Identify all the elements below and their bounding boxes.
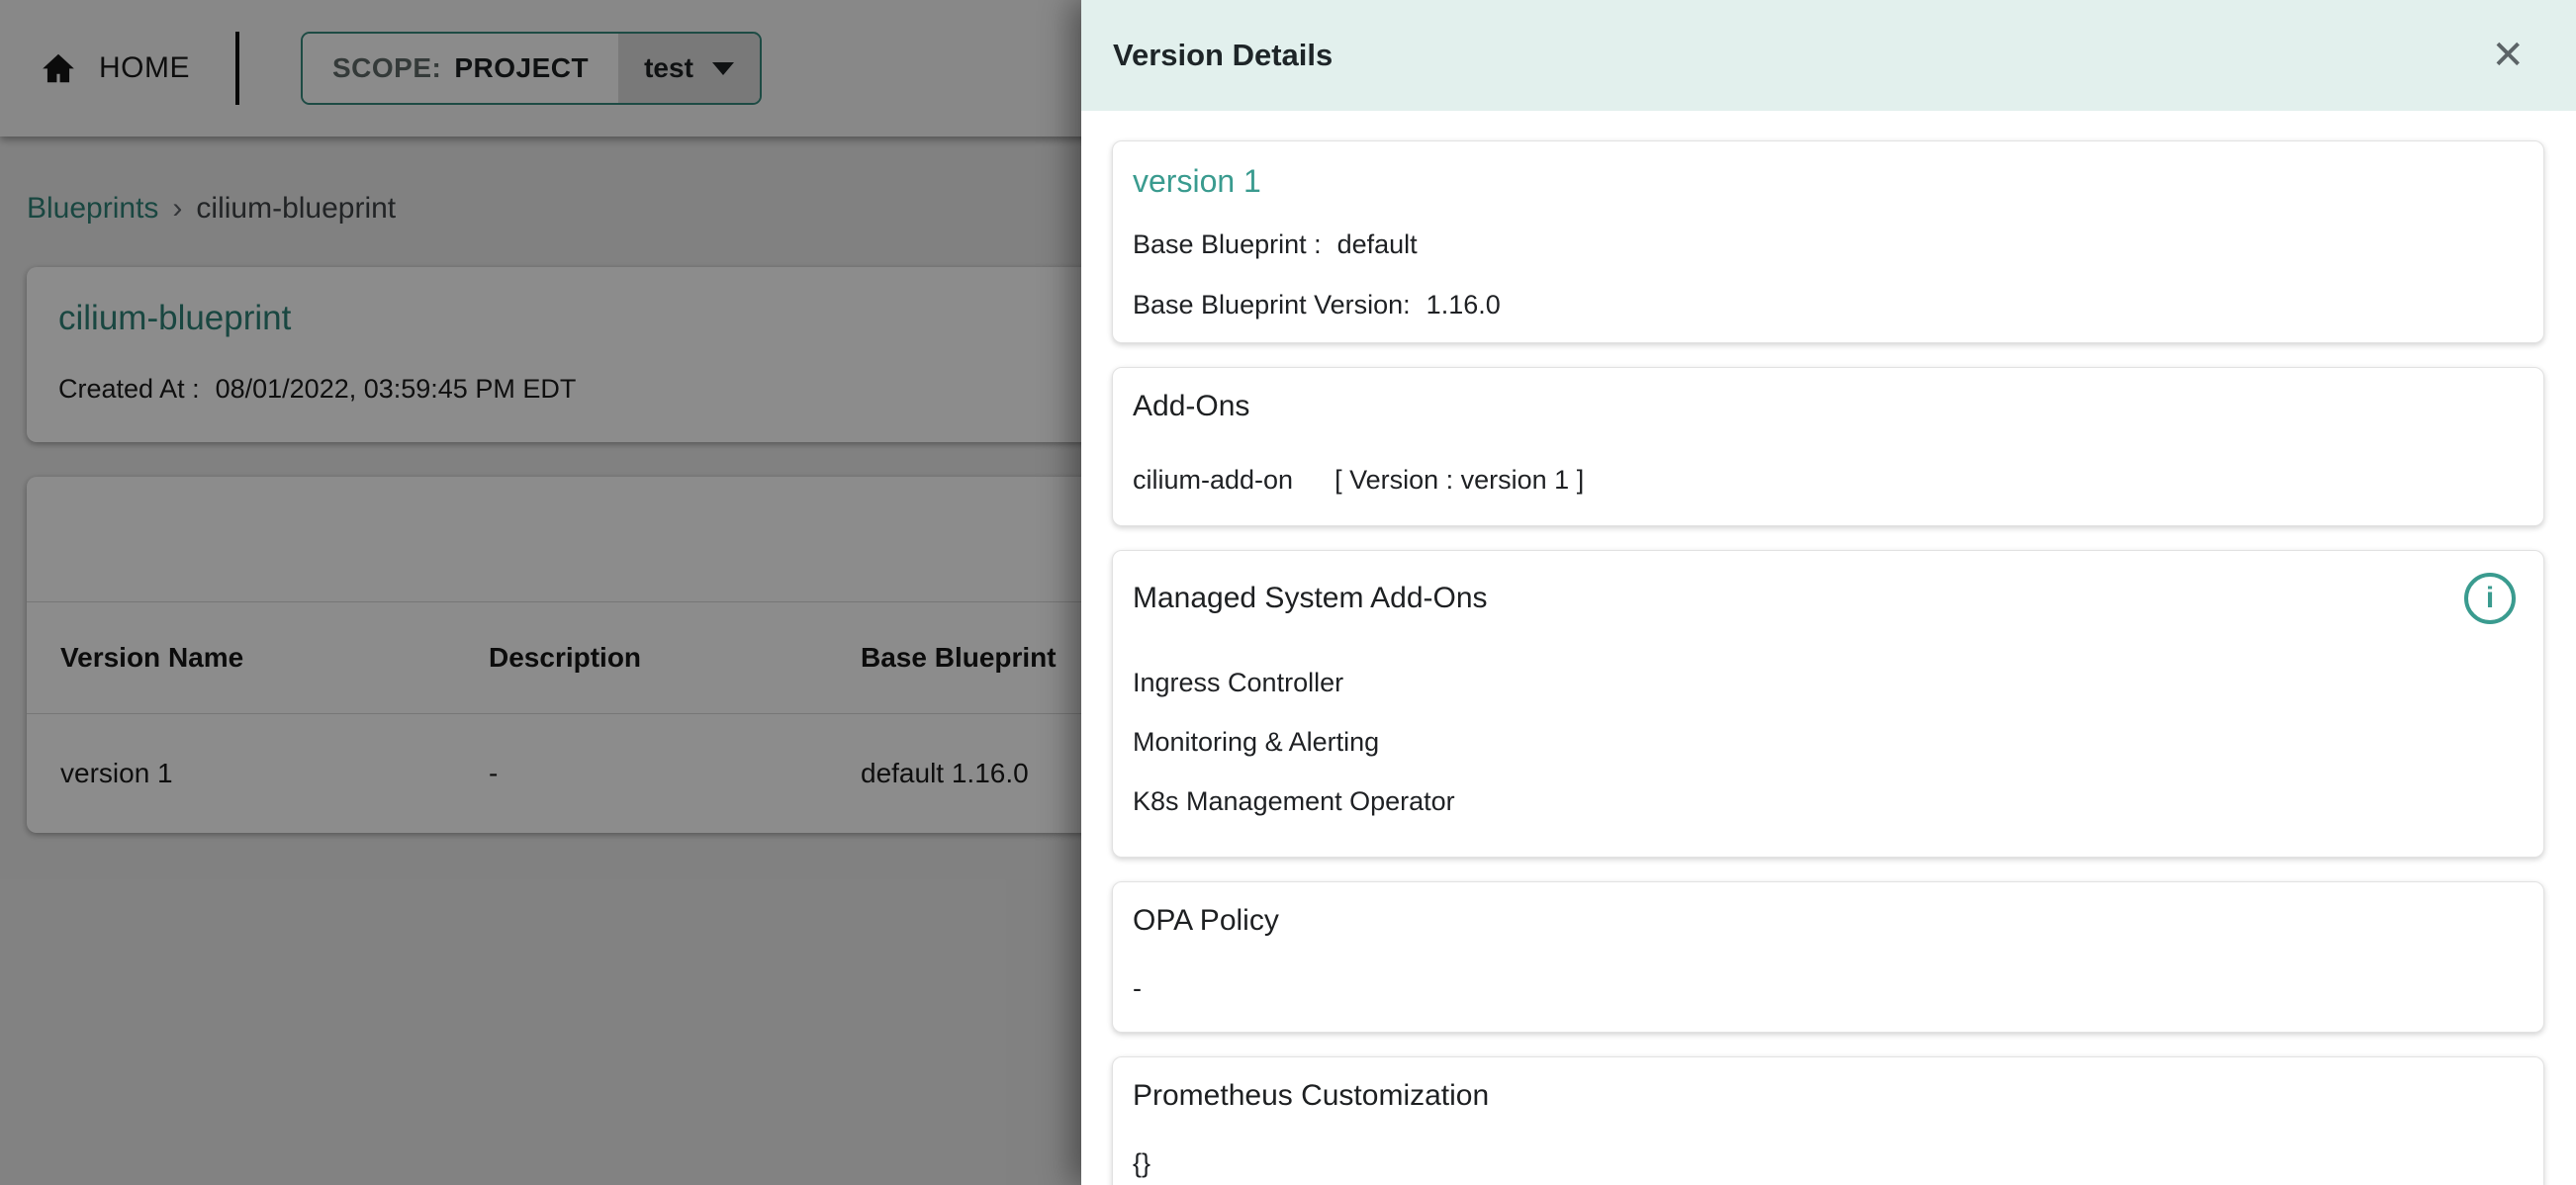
managed-addon-item: K8s Management Operator bbox=[1133, 786, 2524, 817]
managed-addon-item: Ingress Controller bbox=[1133, 668, 2524, 698]
base-blueprint-version-line: Base Blueprint Version: 1.16.0 bbox=[1133, 290, 2524, 320]
opa-policy-card: OPA Policy - bbox=[1112, 881, 2544, 1033]
drawer-title: Version Details bbox=[1113, 38, 1333, 73]
addon-item: cilium-add-on [ Version : version 1 ] bbox=[1133, 465, 2524, 496]
addons-card: Add-Ons cilium-add-on [ Version : versio… bbox=[1112, 367, 2544, 526]
info-icon[interactable]: i bbox=[2464, 573, 2516, 624]
app-root: HOME SCOPE: PROJECT test Blueprints › ci… bbox=[0, 0, 2576, 1185]
drawer-body: version 1 Base Blueprint : default Base … bbox=[1081, 111, 2576, 1185]
base-blueprint-line: Base Blueprint : default bbox=[1133, 229, 2524, 260]
opa-policy-value: - bbox=[1133, 973, 2524, 1004]
version-name-link[interactable]: version 1 bbox=[1133, 163, 2524, 200]
base-blueprint-value: default bbox=[1337, 229, 1418, 260]
prometheus-customization-heading: Prometheus Customization bbox=[1133, 1079, 2524, 1113]
base-blueprint-label: Base Blueprint : bbox=[1133, 229, 1322, 260]
managed-system-addons-header: Managed System Add-Ons i bbox=[1133, 573, 2524, 624]
drawer-header: Version Details ✕ bbox=[1081, 0, 2576, 111]
base-blueprint-version-value: 1.16.0 bbox=[1426, 290, 1501, 320]
managed-system-addons-heading: Managed System Add-Ons bbox=[1133, 582, 1488, 615]
close-icon[interactable]: ✕ bbox=[2491, 36, 2525, 75]
version-info-card: version 1 Base Blueprint : default Base … bbox=[1112, 140, 2544, 343]
addon-version: [ Version : version 1 ] bbox=[1334, 465, 1584, 496]
addon-name: cilium-add-on bbox=[1133, 465, 1293, 496]
managed-system-addons-card: Managed System Add-Ons i Ingress Control… bbox=[1112, 550, 2544, 858]
managed-addon-item: Monitoring & Alerting bbox=[1133, 727, 2524, 758]
addons-heading: Add-Ons bbox=[1133, 390, 2524, 423]
prometheus-customization-value: {} bbox=[1133, 1148, 2524, 1179]
prometheus-customization-card: Prometheus Customization {} bbox=[1112, 1056, 2544, 1185]
version-details-drawer: Version Details ✕ version 1 Base Bluepri… bbox=[1081, 0, 2576, 1185]
opa-policy-heading: OPA Policy bbox=[1133, 904, 2524, 938]
base-blueprint-version-label: Base Blueprint Version: bbox=[1133, 290, 1411, 320]
